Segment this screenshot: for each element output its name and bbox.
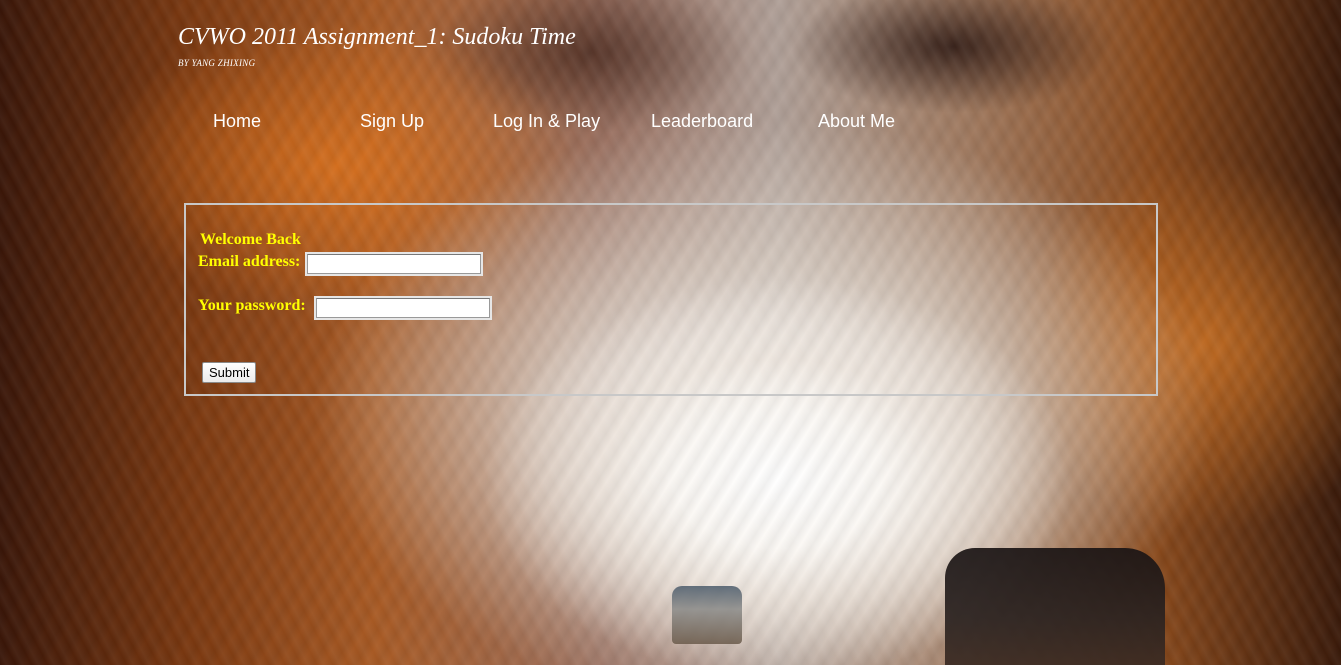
email-label: Email address: xyxy=(198,253,301,270)
login-form: Welcome Back Email address: Your passwor… xyxy=(184,203,1158,396)
nav-item-home[interactable]: Home xyxy=(213,111,261,132)
nav-item-about-me[interactable]: About Me xyxy=(818,111,895,132)
password-input[interactable] xyxy=(314,296,492,320)
nav-item-leaderboard[interactable]: Leaderboard xyxy=(651,111,753,132)
main-nav: Home Sign Up Log In & Play Leaderboard A… xyxy=(0,111,1000,135)
welcome-heading: Welcome Back xyxy=(200,231,301,248)
background-car-left xyxy=(672,586,742,644)
nav-item-log-in-play[interactable]: Log In & Play xyxy=(493,111,600,132)
site-title: CVWO 2011 Assignment_1: Sudoku Time xyxy=(178,24,576,50)
site-byline: BY YANG ZHIXING xyxy=(178,58,256,68)
email-input[interactable] xyxy=(305,252,483,276)
nav-item-sign-up[interactable]: Sign Up xyxy=(360,111,424,132)
background-car-right xyxy=(945,548,1165,665)
submit-button[interactable]: Submit xyxy=(202,362,257,383)
password-label: Your password: xyxy=(198,297,306,314)
